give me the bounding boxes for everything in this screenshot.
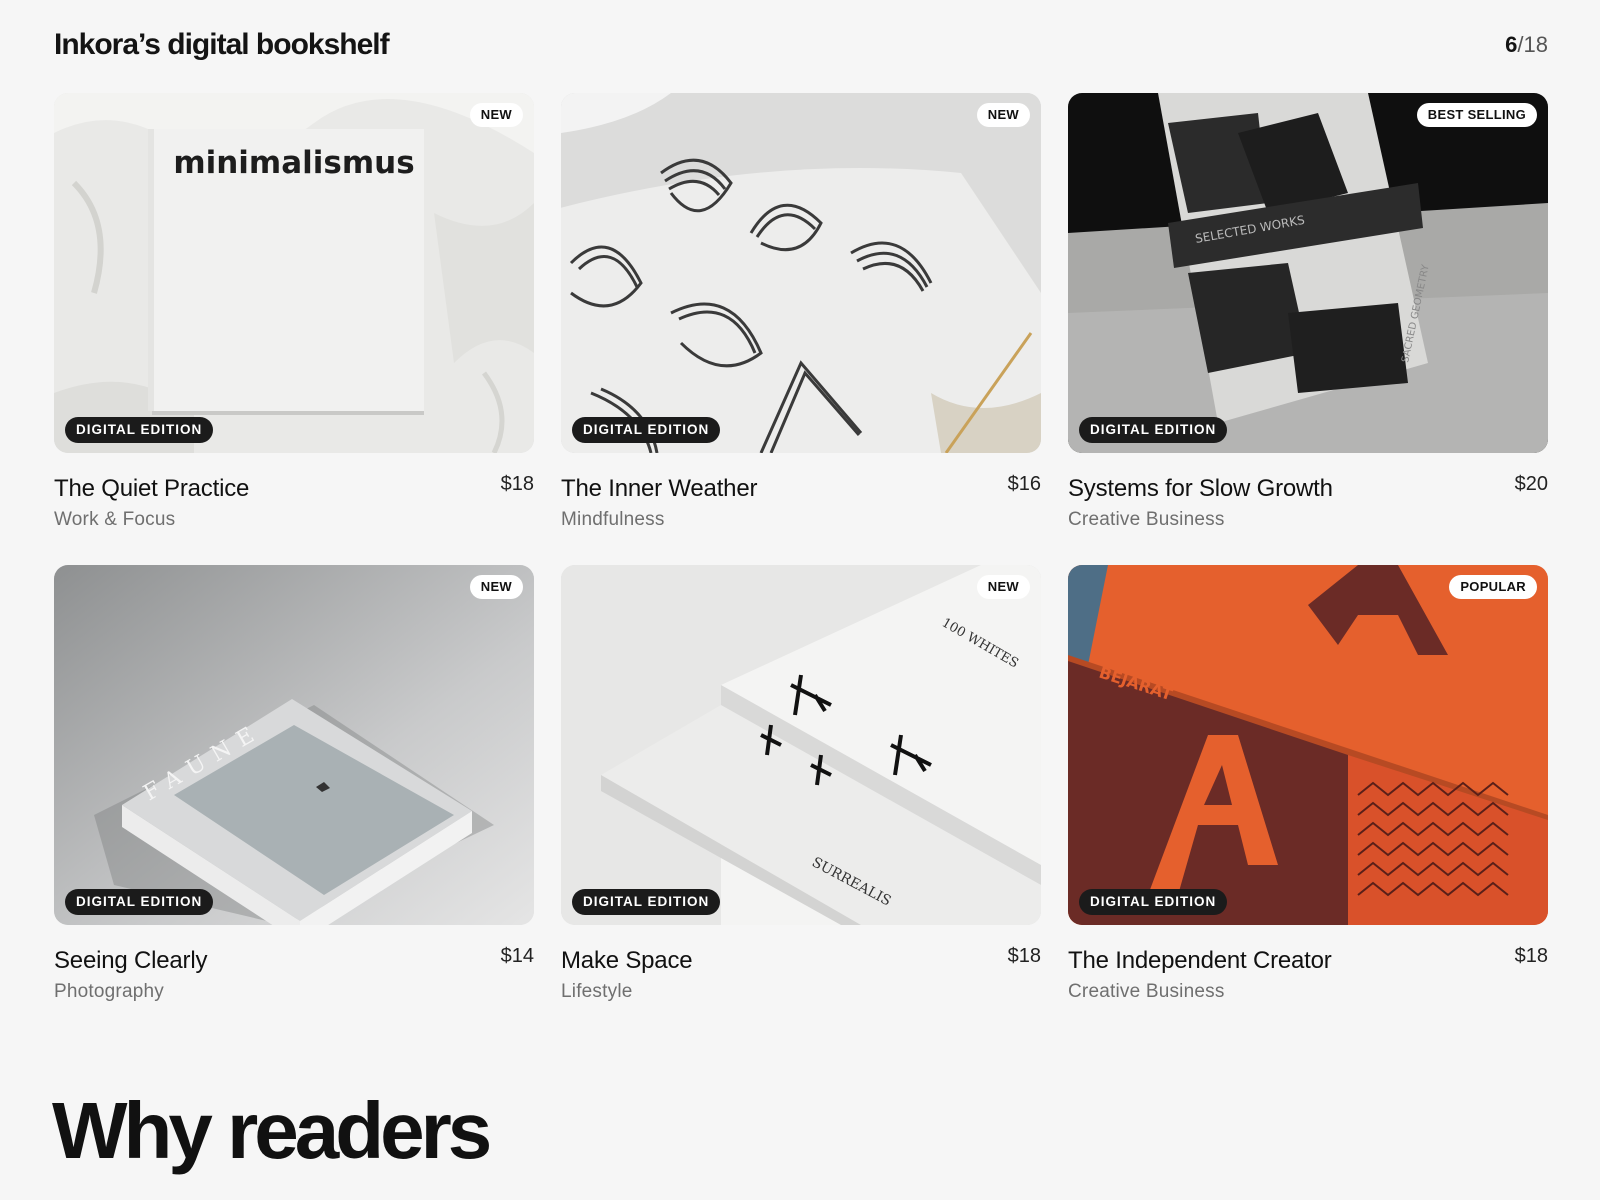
book-card[interactable]: minimalismus NEW DIGITAL EDITION The Qui…	[54, 93, 534, 542]
edition-badge: DIGITAL EDITION	[65, 417, 214, 443]
counter-total: /18	[1517, 32, 1548, 57]
edition-badge: DIGITAL EDITION	[65, 889, 214, 915]
cover-numbers-illustration	[561, 93, 1041, 453]
book-cover-image[interactable]: NEW DIGITAL EDITION	[561, 93, 1041, 453]
book-price: $18	[1007, 945, 1041, 967]
book-price: $20	[1514, 473, 1548, 495]
book-title[interactable]: Seeing Clearly	[54, 947, 207, 975]
cover-faune-illustration: FAUNE	[54, 565, 534, 925]
book-category: Mindfulness	[561, 509, 665, 530]
book-cover-image[interactable]: minimalismus NEW DIGITAL EDITION	[54, 93, 534, 453]
status-badge: NEW	[469, 575, 523, 599]
book-card[interactable]: BEJARAT POPULAR DIGITAL EDITION The Inde…	[1068, 565, 1548, 1014]
status-badge: NEW	[469, 103, 523, 127]
book-title[interactable]: Systems for Slow Growth	[1068, 475, 1333, 503]
book-category: Creative Business	[1068, 981, 1225, 1002]
book-meta: Make Space Lifestyle $18	[561, 945, 1041, 1003]
status-badge: POPULAR	[1449, 575, 1537, 599]
bookshelf-page: Inkora’s digital bookshelf 6/18 minimali…	[0, 0, 1600, 1200]
book-category: Photography	[54, 981, 164, 1002]
section-heading: Why readers	[52, 1086, 492, 1175]
book-price: $14	[500, 945, 534, 967]
status-badge: BEST SELLING	[1416, 103, 1537, 127]
book-title[interactable]: The Independent Creator	[1068, 947, 1332, 975]
edition-badge: DIGITAL EDITION	[1079, 889, 1228, 915]
shelf-header: Inkora’s digital bookshelf 6/18	[54, 28, 1548, 62]
book-cover-image[interactable]: BEJARAT POPULAR DIGITAL EDITION	[1068, 565, 1548, 925]
book-price: $18	[500, 473, 534, 495]
book-meta: The Quiet Practice Work & Focus $18	[54, 473, 534, 531]
status-badge: NEW	[976, 103, 1030, 127]
edition-badge: DIGITAL EDITION	[1079, 417, 1228, 443]
shelf-title: Inkora’s digital bookshelf	[54, 28, 390, 61]
book-card[interactable]: NEW DIGITAL EDITION The Inner Weather Mi…	[561, 93, 1041, 542]
book-meta: The Inner Weather Mindfulness $16	[561, 473, 1041, 531]
book-meta: Systems for Slow Growth Creative Busines…	[1068, 473, 1548, 531]
book-category: Creative Business	[1068, 509, 1225, 530]
cover-selected-works-illustration: SELECTED WORKS SACRED GEOMETRY	[1068, 93, 1548, 453]
book-cover-image[interactable]: FAUNE NEW DIGITAL EDITION	[54, 565, 534, 925]
edition-badge: DIGITAL EDITION	[572, 889, 721, 915]
book-category: Work & Focus	[54, 509, 176, 530]
book-cover-image[interactable]: 100 WHITES SURREALIS NEW DIGITAL EDITION	[561, 565, 1041, 925]
cover-100-whites-illustration: 100 WHITES SURREALIS	[561, 565, 1041, 925]
edition-badge: DIGITAL EDITION	[572, 417, 721, 443]
book-grid: minimalismus NEW DIGITAL EDITION The Qui…	[54, 93, 1548, 1014]
book-cover-image[interactable]: SELECTED WORKS SACRED GEOMETRY BEST SELL…	[1068, 93, 1548, 453]
cover-minimalismus-illustration: minimalismus	[54, 93, 534, 453]
book-category: Lifestyle	[561, 981, 633, 1002]
book-price: $16	[1007, 473, 1041, 495]
book-meta: The Independent Creator Creative Busines…	[1068, 945, 1548, 1003]
book-title[interactable]: The Quiet Practice	[54, 475, 249, 503]
status-badge: NEW	[976, 575, 1030, 599]
book-card[interactable]: SELECTED WORKS SACRED GEOMETRY BEST SELL…	[1068, 93, 1548, 542]
book-card[interactable]: 100 WHITES SURREALIS NEW DIGITAL EDITION…	[561, 565, 1041, 1014]
cover-bejarat-illustration: BEJARAT	[1068, 565, 1548, 925]
cover-text: minimalismus	[173, 145, 414, 181]
book-meta: Seeing Clearly Photography $14	[54, 945, 534, 1003]
book-title[interactable]: Make Space	[561, 947, 693, 975]
book-price: $18	[1514, 945, 1548, 967]
counter-current: 6	[1505, 32, 1518, 57]
book-card[interactable]: FAUNE NEW DIGITAL EDITION Seeing Clearly…	[54, 565, 534, 1014]
book-title[interactable]: The Inner Weather	[561, 475, 757, 503]
pagination-counter: 6/18	[1505, 32, 1548, 58]
